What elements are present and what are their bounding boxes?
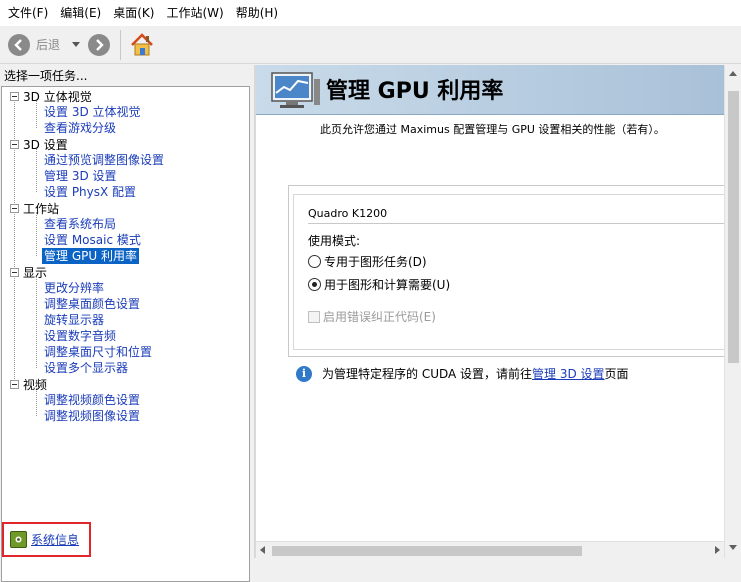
tree-item-video-image[interactable]: 调整视频图像设置	[44, 408, 140, 424]
category-label: 显示	[23, 265, 48, 280]
home-icon[interactable]	[129, 32, 155, 58]
category-label: 3D 立体视觉	[23, 89, 92, 104]
horizontal-scrollbar[interactable]	[256, 541, 724, 558]
menu-edit[interactable]: 编辑(E)	[54, 0, 107, 26]
divider	[308, 223, 724, 224]
vertical-scrollbar[interactable]	[724, 65, 741, 558]
vertical-scroll-thumb[interactable]	[728, 91, 739, 363]
tree-item-physx[interactable]: 设置 PhysX 配置	[44, 184, 136, 200]
content-pane: 管理 GPU 利用率 此页允许您通过 Maximus 配置管理与 GPU 设置相…	[256, 65, 724, 558]
tree-category-3d-stereo[interactable]: 3D 立体视觉	[10, 88, 92, 104]
tree-guide	[36, 148, 37, 192]
system-info-link[interactable]: 系统信息	[31, 531, 79, 548]
ecc-checkbox-row: 启用错误纠正代码(E)	[308, 308, 436, 325]
gpu-settings-group: Quadro K1200 使用模式: 专用于图形任务(D) 用于图形和计算需要(…	[288, 185, 724, 357]
scroll-right-icon[interactable]	[715, 546, 720, 554]
ecc-checkbox	[308, 310, 320, 323]
radio-graphics-compute[interactable]: 用于图形和计算需要(U)	[308, 276, 450, 293]
menu-desktop[interactable]: 桌面(K)	[107, 0, 160, 26]
info-icon: i	[296, 365, 312, 382]
system-info-icon[interactable]	[10, 531, 27, 548]
tree-item-setup-stereo[interactable]: 设置 3D 立体视觉	[44, 104, 141, 120]
tree-category-video[interactable]: 视频	[10, 376, 47, 392]
category-label: 3D 设置	[23, 137, 68, 152]
tree-item-digital-audio[interactable]: 设置数字音频	[44, 328, 116, 344]
collapse-icon[interactable]	[10, 139, 19, 149]
tree-category-3d-settings[interactable]: 3D 设置	[10, 136, 68, 152]
category-label: 工作站	[23, 201, 60, 216]
info-text-suffix: 页面	[604, 367, 629, 381]
menu-bar: 文件(F) 编辑(E) 桌面(K) 工作站(W) 帮助(H)	[0, 0, 741, 26]
gpu-settings-panel: Quadro K1200 使用模式: 专用于图形任务(D) 用于图形和计算需要(…	[293, 194, 724, 350]
toolbar-separator	[120, 29, 122, 60]
tree-category-display[interactable]: 显示	[10, 264, 47, 280]
history-dropdown-icon[interactable]	[72, 42, 81, 47]
usage-mode-label: 使用模式:	[308, 234, 361, 248]
tree-guide	[36, 212, 37, 256]
scroll-down-icon[interactable]	[729, 545, 737, 550]
collapse-icon[interactable]	[10, 267, 19, 277]
collapse-icon[interactable]	[10, 203, 19, 213]
menu-workstation[interactable]: 工作站(W)	[160, 0, 229, 26]
scroll-up-icon[interactable]	[729, 71, 737, 76]
page-banner: 管理 GPU 利用率	[256, 65, 724, 115]
forward-arrow-icon[interactable]	[88, 33, 111, 56]
scroll-left-icon[interactable]	[260, 546, 265, 554]
task-panel: 选择一项任务... 3D 立体视觉 设置 3D 立体视觉 查看游戏分级 3D 设…	[0, 65, 254, 582]
radio-label: 专用于图形任务(D)	[324, 255, 427, 269]
gpu-name: Quadro K1200	[308, 207, 388, 220]
tree-item-multiple-displays[interactable]: 设置多个显示器	[44, 360, 128, 376]
tree-item-desktop-color[interactable]: 调整桌面颜色设置	[44, 296, 140, 312]
manage-3d-settings-link[interactable]: 管理 3D 设置	[532, 365, 605, 382]
radio-button[interactable]	[308, 255, 321, 268]
task-tree[interactable]: 3D 立体视觉 设置 3D 立体视觉 查看游戏分级 3D 设置 通过预览调整图像…	[1, 86, 250, 582]
radio-label: 用于图形和计算需要(U)	[324, 278, 451, 292]
ecc-label: 启用错误纠正代码(E)	[323, 310, 436, 324]
tree-item-manage-3d[interactable]: 管理 3D 设置	[44, 168, 117, 184]
page-title: 管理 GPU 利用率	[326, 79, 504, 104]
tree-item-mosaic[interactable]: 设置 Mosaic 模式	[44, 232, 141, 248]
tree-item-preview-image[interactable]: 通过预览调整图像设置	[44, 152, 164, 168]
toolbar: 后退	[0, 26, 741, 64]
tree-item-rotate-display[interactable]: 旋转显示器	[44, 312, 104, 328]
system-info-highlight: 系统信息	[2, 522, 91, 557]
radio-button-checked[interactable]	[308, 278, 321, 291]
tree-item-game-ratings[interactable]: 查看游戏分级	[44, 120, 116, 136]
page-description: 此页允许您通过 Maximus 配置管理与 GPU 设置相关的性能（若有）。	[320, 123, 665, 136]
menu-help[interactable]: 帮助(H)	[230, 0, 284, 26]
tree-item-gpu-utilization[interactable]: 管理 GPU 利用率	[42, 248, 139, 264]
radio-graphics-only[interactable]: 专用于图形任务(D)	[308, 253, 427, 270]
horizontal-scroll-thumb[interactable]	[272, 546, 582, 556]
info-note: i 为管理特定程序的 CUDA 设置，请前往 管理 3D 设置 页面	[296, 365, 629, 382]
tree-item-system-topology[interactable]: 查看系统布局	[44, 216, 116, 232]
collapse-icon[interactable]	[10, 91, 19, 101]
menu-file[interactable]: 文件(F)	[2, 0, 54, 26]
tree-guide	[36, 276, 37, 368]
tree-item-video-color[interactable]: 调整视频颜色设置	[44, 392, 140, 408]
tree-category-workstation[interactable]: 工作站	[10, 200, 59, 216]
category-label: 视频	[23, 377, 48, 392]
collapse-icon[interactable]	[10, 379, 19, 389]
tree-item-resolution[interactable]: 更改分辨率	[44, 280, 104, 296]
monitor-chart-icon	[270, 71, 322, 109]
task-panel-header: 选择一项任务...	[4, 69, 88, 83]
info-text: 为管理特定程序的 CUDA 设置，请前往	[322, 367, 533, 381]
back-button-label[interactable]: 后退	[36, 36, 60, 53]
tree-item-desktop-size[interactable]: 调整桌面尺寸和位置	[44, 344, 152, 360]
back-arrow-icon[interactable]	[8, 33, 30, 56]
